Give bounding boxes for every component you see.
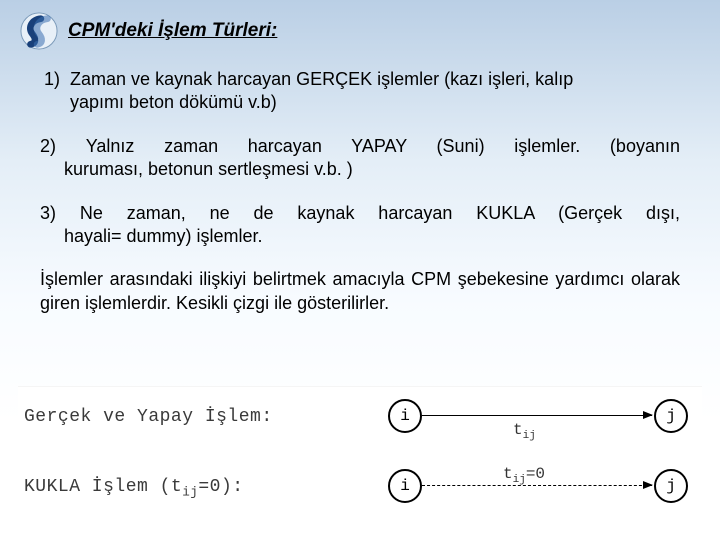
arrow-head-icon [643,411,653,419]
slide-title: CPM'deki İşlem Türleri: [68,20,277,42]
arrow-solid [422,415,652,416]
item-text-cont: yapımı beton dökümü v.b) [40,91,680,114]
item-number: 3) [40,203,56,223]
item-text: Yalnız zaman harcayan YAPAY (Suni) işlem… [86,136,680,156]
edge-label-tij: tij [513,421,536,442]
list-item: 3) Ne zaman, ne de kaynak harcayan KUKLA… [40,202,680,249]
closing-paragraph: İşlemler arasındaki ilişkiyi belirtmek a… [40,268,680,315]
arrow-head-icon [643,481,653,489]
node-i: i [388,399,422,433]
item-number: 1) [44,69,60,89]
item-number: 2) [40,136,56,156]
diagram-label-dummy: KUKLA İşlem (tij=0): [24,477,244,500]
item-text-cont: kuruması, betonun sertleşmesi v.b. ) [40,158,680,181]
list-item: 2) Yalnız zaman harcayan YAPAY (Suni) iş… [40,135,680,182]
diagram-panel: Gerçek ve Yapay İşlem: i j tij KUKLA İşl… [18,386,702,522]
slide-root: CPM'deki İşlem Türleri: 1) Zaman ve kayn… [0,0,720,540]
list-item: 1) Zaman ve kaynak harcayan GERÇEK işlem… [40,68,680,115]
logo-icon [20,12,58,50]
diagram-label-real: Gerçek ve Yapay İşlem: [24,407,273,427]
edge-label-tij0: tij=0 [503,465,545,486]
item-text-cont: hayali= dummy) işlemler. [40,225,680,248]
content-area: 1) Zaman ve kaynak harcayan GERÇEK işlem… [40,68,680,315]
node-j: j [654,399,688,433]
item-text: Zaman ve kaynak harcayan GERÇEK işlemler… [70,69,573,89]
node-i: i [388,469,422,503]
node-j: j [654,469,688,503]
item-text: Ne zaman, ne de kaynak harcayan KUKLA (G… [80,203,680,223]
header-row: CPM'deki İşlem Türleri: [20,12,680,50]
